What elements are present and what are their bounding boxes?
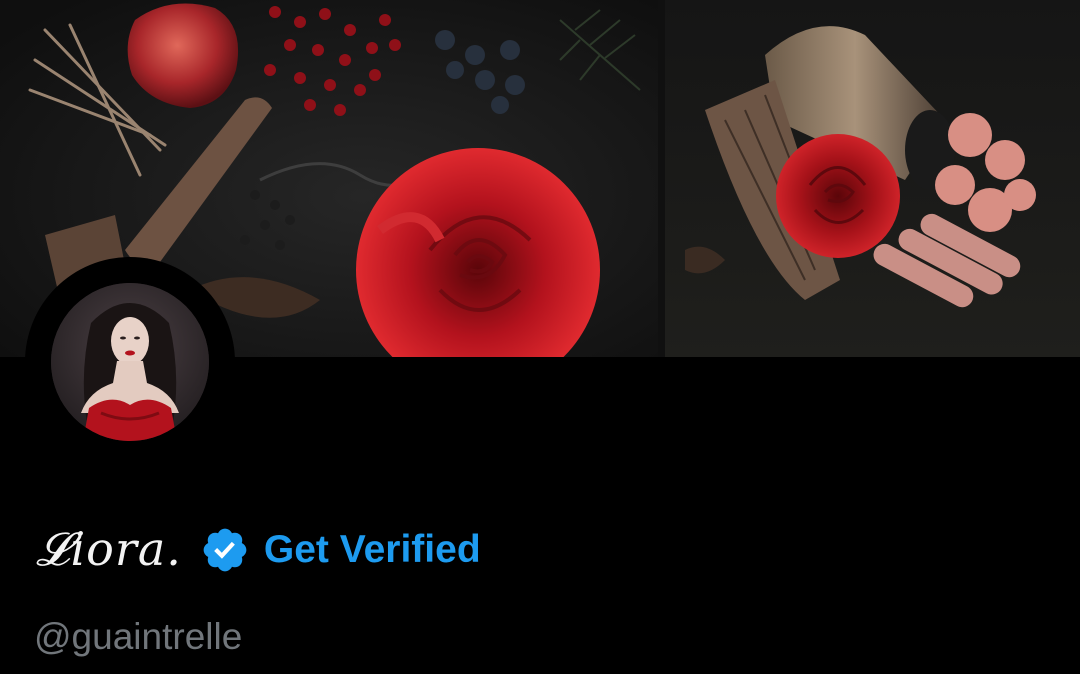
username-handle: @guaintrelle (34, 616, 243, 657)
profile-name-row: 𝓛iora. Get Verified (36, 514, 481, 584)
display-name: 𝓛iora. (36, 522, 182, 576)
banner-divider (658, 0, 665, 357)
banner-image-right (665, 0, 1080, 357)
avatar[interactable] (51, 283, 209, 441)
verified-badge-icon[interactable] (200, 525, 250, 575)
get-verified-link[interactable]: Get Verified (264, 530, 481, 569)
